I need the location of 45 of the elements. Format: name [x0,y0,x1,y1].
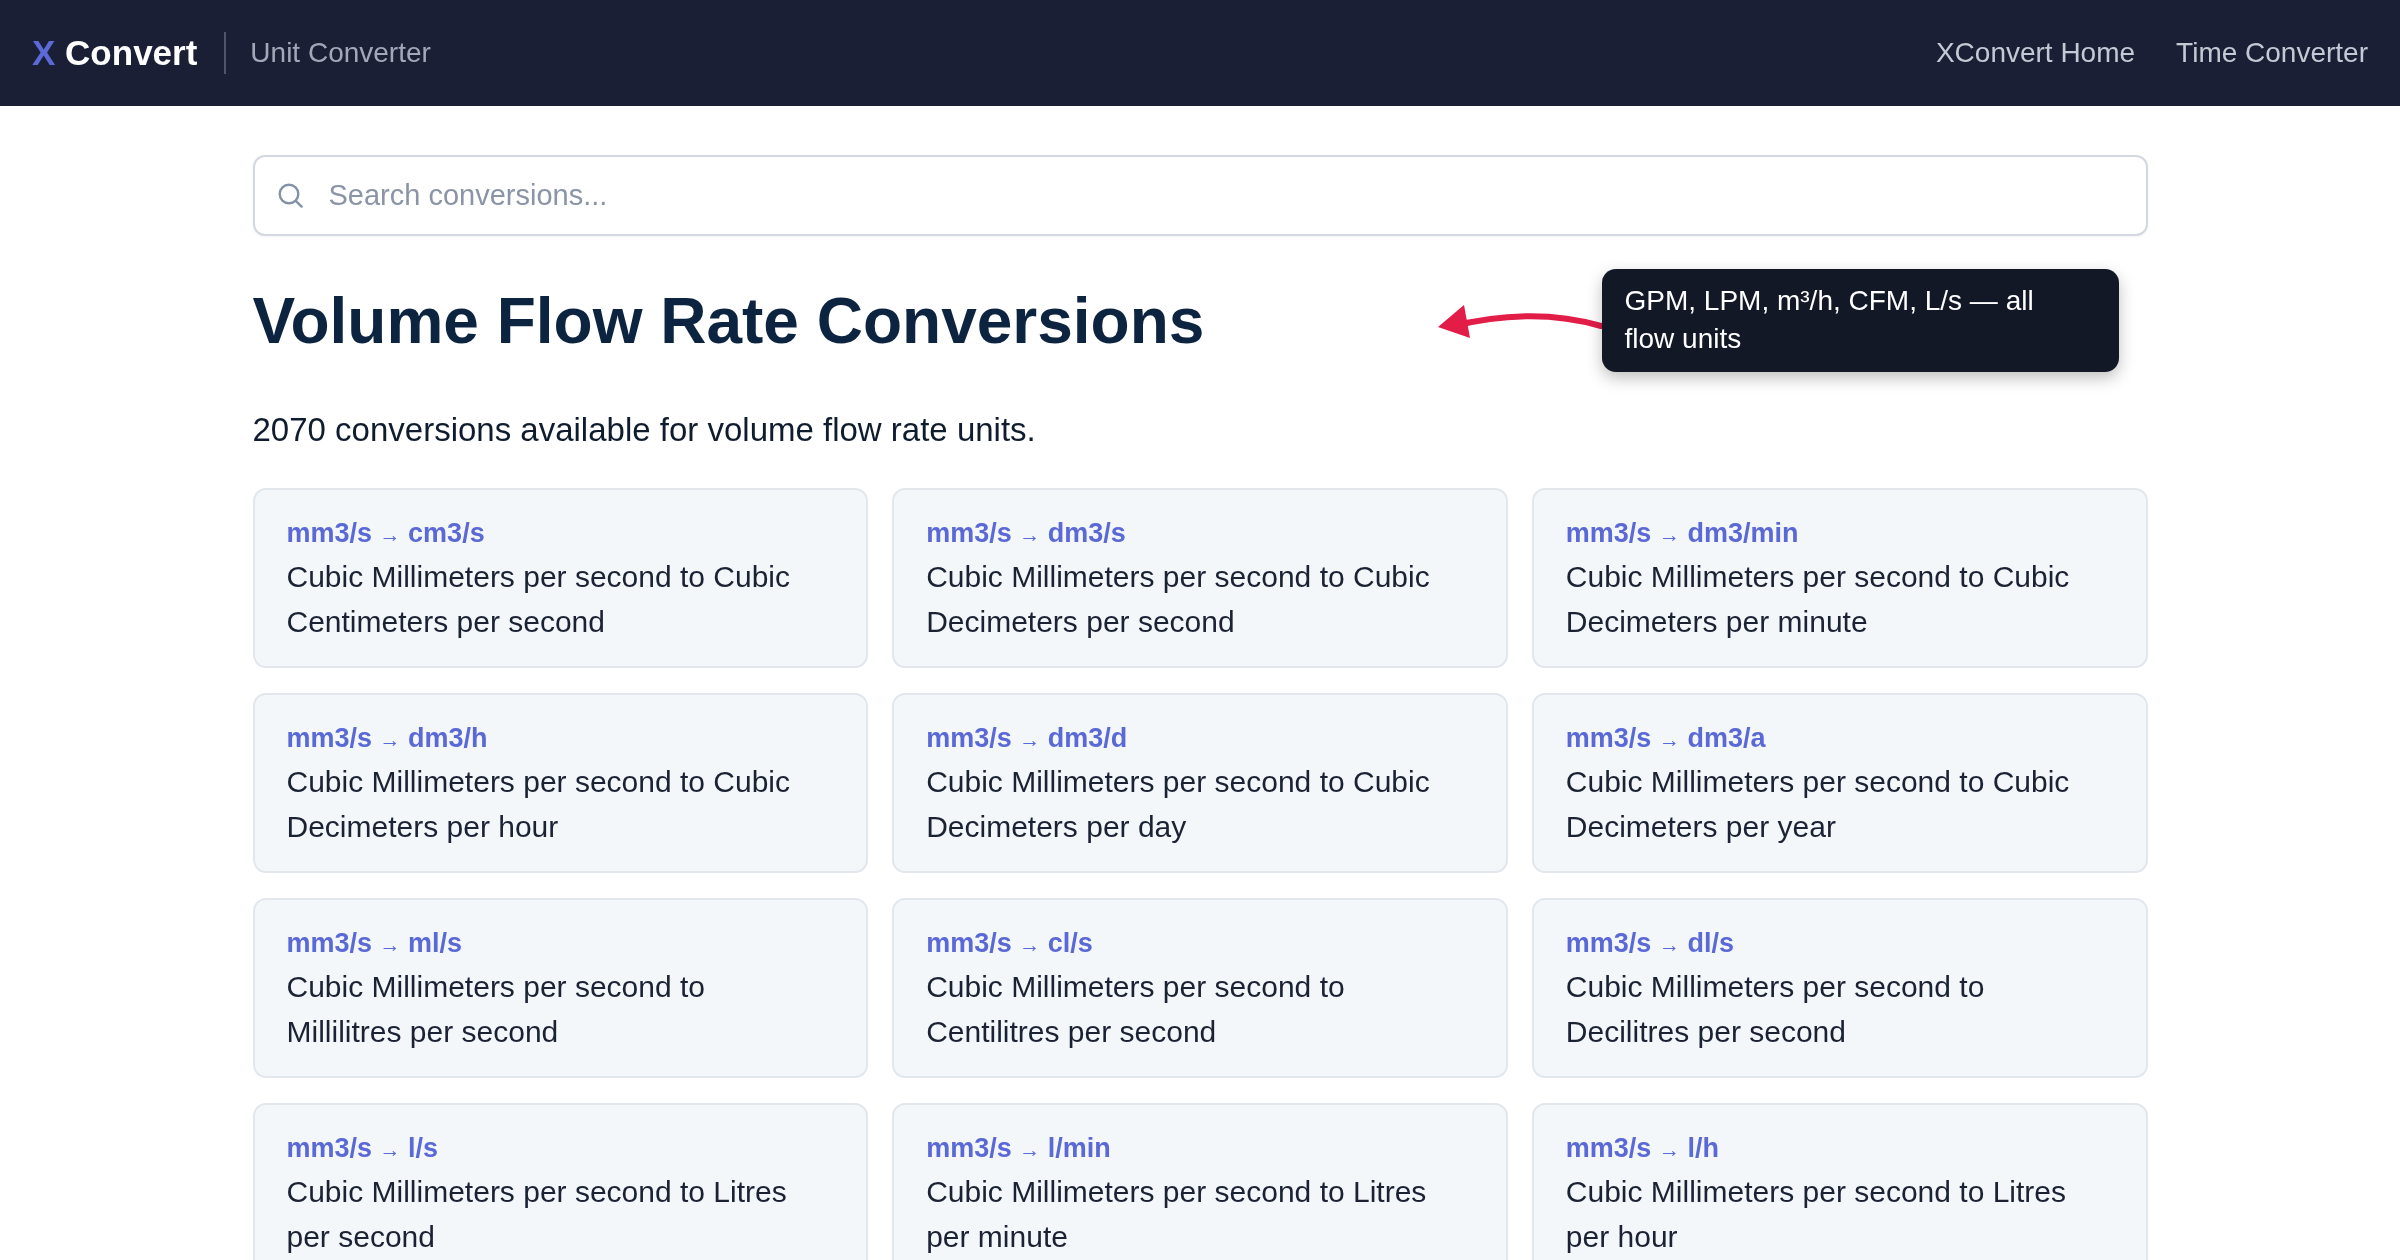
conversion-code: mm3/s → dm3/min [1565,517,1799,550]
conversion-description: Cubic Millimeters per second to Litres per hour [1565,1174,2067,1255]
conversion-card[interactable]: mm3/s → l/min Cubic Millimeters per second to Litres per minute [892,1103,1508,1260]
conversion-card[interactable]: mm3/s → cl/s Cubic Millimeters per second to Centilitres per second [892,898,1508,1078]
conversion-card[interactable]: mm3/s → dm3/s Cubic Millimeters per second to Cubic Decimeters per second [892,488,1508,668]
search-field[interactable]: Search conversions... [252,155,2148,236]
page-title: Volume Flow Rate Conversions [252,283,1205,358]
nav-link[interactable]: XConvert Home [1935,37,2136,69]
conversion-description: Cubic Millimeters per second to Cubic Decimeters per day [926,764,1431,845]
search-icon [277,183,303,208]
conversion-code: mm3/s → cl/s [926,927,1093,960]
conversion-card[interactable]: mm3/s → cm3/s Cubic Millimeters per second to Cubic Centimeters per second [252,488,869,668]
conversion-code: mm3/s → cm3/s [286,517,485,550]
conversion-card[interactable]: mm3/s → ml/s Cubic Millimeters per second to Millilitres per second [252,898,869,1078]
conversion-code: mm3/s → dm3/h [286,722,488,755]
conversion-card[interactable]: mm3/s → dm3/h Cubic Millimeters per second to Cubic Decimeters per hour [252,693,869,873]
conversion-description: Cubic Millimeters per second to Cubic Decimeters per minute [1565,559,2071,640]
conversion-card[interactable]: mm3/s → l/s Cubic Millimeters per second to Litres per second [252,1103,869,1260]
conversion-code: mm3/s → l/s [286,1132,439,1165]
conversion-card[interactable]: mm3/s → dm3/d Cubic Millimeters per second to Cubic Decimeters per day [892,693,1508,873]
conversion-description: Cubic Millimeters per second to Litres per second [286,1174,788,1255]
nav-link[interactable]: Time Converter [2176,37,2368,69]
conversion-card[interactable]: mm3/s → dl/s Cubic Millimeters per second to Decilitres per second [1531,898,2148,1078]
conversion-description: Cubic Millimeters per second to Decilitres per second [1565,969,1986,1050]
conversion-card[interactable]: mm3/s → l/h Cubic Millimeters per second to Litres per hour [1531,1103,2148,1260]
conversion-description: Cubic Millimeters per second to Centilitres per second [926,969,1346,1050]
conversion-code: mm3/s → l/h [1565,1132,1719,1165]
conversion-description: Cubic Millimeters per second to Cubic Decimeters per second [926,559,1431,640]
callout-tooltip: GPM, LPM, m³/h, CFM, L/s — all flow units [1601,269,2119,372]
conversion-code: mm3/s → dm3/a [1565,722,1766,755]
logo-link[interactable]: X Convert [32,33,198,73]
conversion-description: Cubic Millimeters per second to Litres per minute [926,1174,1428,1255]
conversion-code: mm3/s → dl/s [1565,927,1734,960]
conversion-code: mm3/s → ml/s [286,927,463,960]
conversion-description: Cubic Millimeters per second to Cubic Decimeters per year [1565,764,2071,845]
conversion-code: mm3/s → dm3/s [926,517,1126,550]
section-title: Unit Converter [250,37,431,69]
conversion-description: Cubic Millimeters per second to Cubic Centimeters per second [286,559,792,640]
conversion-code: mm3/s → dm3/d [926,722,1128,755]
conversion-code: mm3/s → l/min [926,1132,1111,1165]
conversion-card[interactable]: mm3/s → dm3/a Cubic Millimeters per second to Cubic Decimeters per year [1531,693,2148,873]
conversion-description: Cubic Millimeters per second to Millilitres per second [286,969,706,1050]
conversion-description: Cubic Millimeters per second to Cubic Decimeters per hour [286,764,792,845]
summary-text: 2070 conversions available for volume flow rate units. [252,410,1036,450]
conversion-card[interactable]: mm3/s → dm3/min Cubic Millimeters per second to Cubic Decimeters per minute [1531,488,2148,668]
